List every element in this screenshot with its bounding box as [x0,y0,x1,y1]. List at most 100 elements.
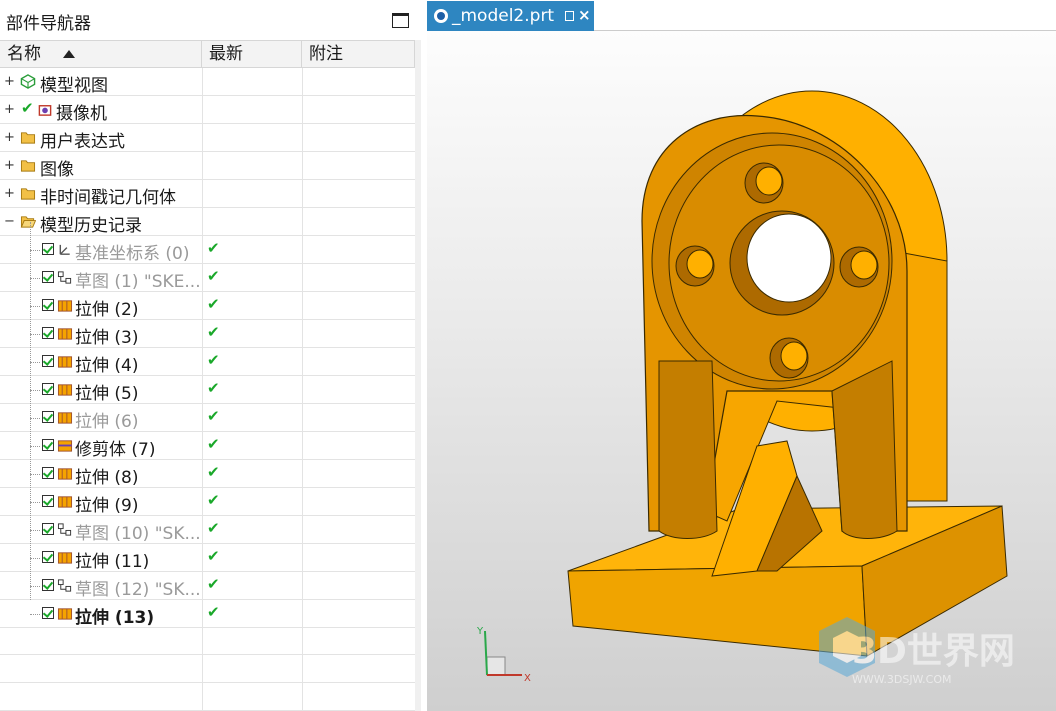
extrude-icon [57,328,73,340]
feature-label: 基准坐标系 (0) [75,244,190,264]
visibility-checkbox[interactable] [42,551,54,563]
feature-label: 拉伸 (5) [75,384,139,404]
column-note-header[interactable]: 附注 [302,41,415,68]
tree-node-model-views[interactable]: + 模型视图 [0,68,415,96]
part-model[interactable] [567,90,1008,657]
column-latest-header[interactable]: 最新 [202,41,302,68]
extrude-icon [57,356,73,368]
close-icon[interactable]: × [578,6,591,24]
tree-node-images[interactable]: + 图像 [0,152,415,180]
feature-row-sketch[interactable]: 草图 (12) "SK... ✔ [0,558,415,600]
visibility-checkbox[interactable] [42,439,54,451]
extrude-icon [57,552,73,564]
folder-icon [20,188,36,200]
visibility-checkbox[interactable] [42,467,54,479]
tree-node-user-expressions[interactable]: + 用户表达式 [0,124,415,152]
visibility-checkbox[interactable] [42,411,54,423]
feature-row-extrude[interactable]: 拉伸 (5) ✔ [0,362,415,404]
visibility-checkbox[interactable] [42,383,54,395]
collapse-icon[interactable]: − [4,215,15,228]
tree-node-model-history[interactable]: − 模型历史记录 [0,208,415,236]
latest-check-icon: ✔ [207,267,220,285]
column-name-header[interactable]: 名称 [0,41,202,68]
visibility-checkbox[interactable] [42,243,54,255]
expand-icon[interactable]: + [4,75,15,88]
visibility-checkbox[interactable] [42,271,54,283]
visibility-checkbox[interactable] [42,299,54,311]
coordinate-triad: Y X [476,626,531,684]
extrude-icon [57,468,73,480]
feature-row-datum-csys[interactable]: 基准坐标系 (0) ✔ [0,222,415,264]
extrude-icon [57,300,73,312]
navigator-tree: + 模型视图 + ✔ 摄像机 + 用户表达式 + 图像 + 非时间戳记几何体 −… [0,68,415,628]
feature-label: 草图 (10) "SK... [75,524,201,544]
column-latest-label: 最新 [209,44,243,64]
feature-row-extrude[interactable]: 拉伸 (9) ✔ [0,474,415,516]
feature-row-sketch[interactable]: 草图 (10) "SK... ✔ [0,502,415,544]
tab-label: _model2.prt [452,6,555,26]
modified-icon [565,11,574,21]
latest-check-icon: ✔ [207,547,220,565]
latest-check-icon: ✔ [207,435,220,453]
vertical-scrollbar[interactable] [415,40,421,711]
latest-check-icon: ✔ [207,463,220,481]
feature-row-extrude[interactable]: 拉伸 (3) ✔ [0,306,415,348]
open-folder-icon [20,216,36,228]
maximize-icon[interactable] [392,13,409,28]
extrude-icon [57,496,73,508]
feature-label: 拉伸 (2) [75,300,139,320]
visibility-checkbox[interactable] [42,579,54,591]
visibility-checkbox[interactable] [42,607,54,619]
tree-node-cameras[interactable]: + ✔ 摄像机 [0,96,415,124]
tree-node-label: 模型视图 [40,76,108,96]
feature-row-trim-body[interactable]: 修剪体 (7) ✔ [0,418,415,460]
tab-model2[interactable]: _model2.prt × [427,1,594,31]
feature-label: 拉伸 (6) [75,412,139,432]
graphics-window[interactable]: _model2.prt × 3D世界网 WWW.3DSJW.COM Y X [427,0,1056,711]
folder-icon [20,160,36,172]
extrude-icon [57,412,73,424]
panel-title: 部件导航器 [6,14,91,34]
expand-icon[interactable]: + [4,131,15,144]
tree-node-label: 图像 [40,160,74,180]
extrude-icon [57,384,73,396]
feature-row-extrude[interactable]: 拉伸 (6) ✔ [0,390,415,432]
feature-row-extrude[interactable]: 拉伸 (4) ✔ [0,334,415,376]
column-name-label: 名称 [7,44,41,64]
watermark-url: WWW.3DSJW.COM [852,673,952,686]
sketch-icon [57,271,72,284]
feature-label: 修剪体 (7) [75,440,156,460]
latest-check-icon: ✔ [207,491,220,509]
part-file-icon [434,9,448,23]
feature-label: 草图 (1) "SKE... [75,272,201,292]
feature-row-sketch[interactable]: 草图 (1) "SKE... ✔ [0,250,415,292]
x-axis-label: X [524,673,531,684]
expand-icon[interactable]: + [4,103,15,116]
sketch-icon [57,579,72,592]
feature-row-extrude[interactable]: 拉伸 (11) ✔ [0,530,415,572]
feature-row-extrude-current[interactable]: 拉伸 (13) ✔ [0,586,415,628]
latest-check-icon: ✔ [207,379,220,397]
model-viewport[interactable]: 3D世界网 WWW.3DSJW.COM Y X [427,31,1056,711]
empty-rows [0,627,415,711]
tree-node-label: 用户表达式 [40,132,125,152]
tree-node-label: 摄像机 [56,104,107,124]
latest-check-icon: ✔ [207,295,220,313]
visibility-checkbox[interactable] [42,327,54,339]
camera-icon [38,105,52,116]
feature-row-extrude[interactable]: 拉伸 (2) ✔ [0,278,415,320]
visibility-checkbox[interactable] [42,355,54,367]
folder-icon [20,132,36,144]
sketch-icon [57,523,72,536]
sort-ascending-icon [63,50,75,58]
expand-icon[interactable]: + [4,159,15,172]
check-icon: ✔ [21,99,34,117]
feature-row-extrude[interactable]: 拉伸 (8) ✔ [0,446,415,488]
expand-icon[interactable]: + [4,187,15,200]
feature-label: 拉伸 (8) [75,468,139,488]
latest-check-icon: ✔ [207,239,220,257]
tree-node-unused-geometry[interactable]: + 非时间戳记几何体 [0,180,415,208]
visibility-checkbox[interactable] [42,523,54,535]
extrude-icon [57,608,73,620]
visibility-checkbox[interactable] [42,495,54,507]
